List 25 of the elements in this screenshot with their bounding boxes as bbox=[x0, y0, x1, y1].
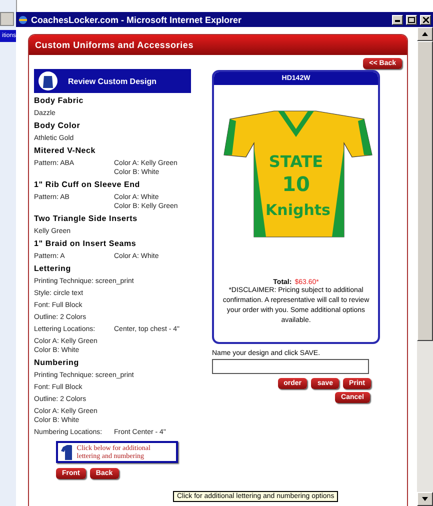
section-heading: Numbering bbox=[34, 358, 80, 368]
close-icon bbox=[422, 16, 428, 22]
window-title: CoachesLocker.com - Microsoft Internet Explorer bbox=[31, 14, 243, 24]
maximize-icon bbox=[408, 16, 415, 22]
design-name-field[interactable] bbox=[212, 359, 369, 374]
maximize-button[interactable] bbox=[406, 14, 417, 24]
section-heading: Body Fabric bbox=[34, 96, 85, 106]
minimize-button[interactable] bbox=[392, 14, 403, 24]
down-arrow-icon bbox=[422, 497, 428, 501]
up-arrow-icon bbox=[422, 32, 428, 36]
scroll-up-button[interactable] bbox=[417, 27, 433, 41]
section-heading: 1" Braid on Insert Seams bbox=[34, 239, 138, 249]
section-heading: 1" Rib Cuff on Sleeve End bbox=[34, 180, 141, 190]
section-heading: Mitered V-Neck bbox=[34, 146, 97, 156]
scrollbar[interactable] bbox=[417, 27, 433, 506]
scroll-thumb[interactable] bbox=[417, 41, 433, 341]
panel-title: Custom Uniforms and Accessories bbox=[29, 35, 407, 55]
minimize-icon bbox=[395, 17, 400, 22]
scroll-down-button[interactable] bbox=[417, 492, 433, 506]
close-button[interactable] bbox=[420, 14, 431, 24]
section-heading: Two Triangle Side Inserts bbox=[34, 214, 138, 224]
section-heading: Lettering bbox=[34, 264, 72, 274]
review-header: Review Custom Design bbox=[34, 69, 191, 93]
section-heading: Body Color bbox=[34, 121, 82, 131]
browser-icon bbox=[18, 14, 28, 24]
